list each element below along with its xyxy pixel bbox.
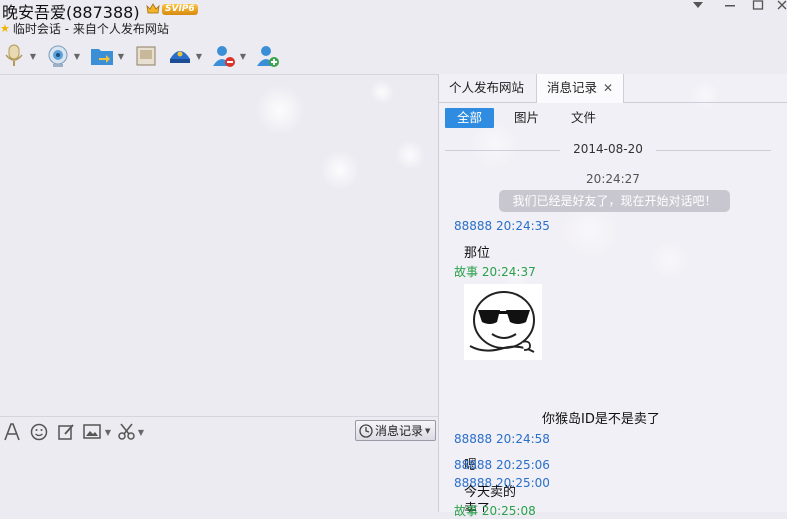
sender-name: 88888 [454, 432, 493, 446]
tab-message-history[interactable]: 消息记录 ✕ [536, 74, 625, 103]
session-info: ★ 临时会话 - 来自个人发布网站 [0, 20, 169, 36]
svip-label: SVIP6 [162, 3, 198, 15]
message-header: 88888 20:24:35 [454, 219, 550, 233]
emoji-icon[interactable] [30, 423, 48, 441]
message-header: 故事 20:25:08 [454, 502, 536, 519]
history-panel: 个人发布网站 消息记录 ✕ 全部 图片 文件 2014-08-20 20:24:2… [439, 74, 787, 512]
message-text: 今天卖的 [464, 485, 517, 500]
message-history-button[interactable]: 消息记录 ▼ [355, 420, 436, 441]
screen-share-icon [132, 42, 160, 70]
message-time: 20:24:37 [481, 265, 536, 279]
sender-name: 故事 [454, 265, 479, 279]
image-icon[interactable]: ▼ [83, 423, 113, 441]
filter-all[interactable]: 全部 [445, 108, 495, 128]
message-time: 20:25:06 [496, 458, 550, 472]
chevron-down-icon[interactable]: ▼ [194, 52, 204, 61]
message-time: 20:25:08 [481, 504, 536, 518]
maximize-icon[interactable] [748, 0, 768, 14]
remove-user-icon [210, 42, 238, 70]
add-user-button[interactable] [254, 41, 282, 71]
file-transfer-icon [88, 42, 116, 70]
chevron-down-icon[interactable]: ▼ [116, 52, 126, 61]
history-filters: 全部 图片 文件 [445, 108, 616, 130]
chat-message-area[interactable] [0, 75, 438, 415]
filter-files[interactable]: 文件 [559, 108, 608, 128]
message-time: 20:24:58 [496, 432, 550, 446]
message-header: 故事 20:24:37 [454, 263, 536, 280]
history-message-list[interactable]: 2014-08-20 20:24:27 我们已经是好友了，现在开始对话吧！ 88… [439, 136, 787, 512]
dropdown-arrow-icon[interactable] [688, 0, 708, 14]
message-history-label: 消息记录 [375, 424, 424, 438]
sender-name: 88888 [454, 219, 493, 233]
video-camera-icon [44, 42, 72, 70]
input-toolbar: ▼ ▼ 消息记录 ▼ [0, 416, 438, 447]
font-icon[interactable] [4, 423, 20, 441]
chevron-down-icon[interactable]: ▼ [72, 52, 82, 61]
date-separator: 2014-08-20 [445, 142, 771, 158]
sunglasses-smiley-sticker[interactable] [464, 284, 542, 360]
tab-label: 个人发布网站 [449, 80, 525, 95]
sender-name: 故事 [454, 504, 479, 518]
minimize-icon[interactable] [720, 0, 740, 14]
tab-label: 消息记录 [547, 80, 598, 95]
clock-icon [359, 423, 373, 438]
chevron-down-icon[interactable]: ▼ [103, 428, 113, 437]
system-message: 我们已经是好友了，现在开始对话吧！ [499, 190, 730, 212]
chevron-down-icon[interactable]: ▼ [238, 52, 248, 61]
message-header: 88888 20:24:58 [454, 432, 550, 446]
system-time: 20:24:27 [586, 172, 640, 186]
close-icon[interactable]: ✕ [603, 81, 613, 95]
chevron-down-icon[interactable]: ▼ [136, 428, 146, 437]
chevron-down-icon[interactable]: ▼ [28, 52, 38, 61]
app-center-icon [166, 42, 194, 70]
video-call-button[interactable]: ▼ [44, 41, 82, 71]
svip-crown-icon [146, 3, 160, 14]
message-header: 88888 20:25:06 [454, 458, 550, 472]
chat-toolbar: ▼ ▼ ▼ ▼ ▼ [0, 40, 288, 72]
edit-icon[interactable] [57, 423, 75, 441]
message-time: 20:24:35 [496, 219, 550, 233]
close-icon[interactable] [772, 0, 787, 14]
sender-name: 88888 [454, 458, 493, 472]
microphone-icon [0, 42, 28, 70]
remove-user-button[interactable]: ▼ [210, 41, 248, 71]
app-center-button[interactable]: ▼ [166, 41, 204, 71]
session-subtitle: 临时会话 - 来自个人发布网站 [12, 21, 169, 36]
voice-call-button[interactable]: ▼ [0, 41, 38, 71]
panel-tabs: 个人发布网站 消息记录 ✕ [439, 74, 787, 103]
file-transfer-button[interactable]: ▼ [88, 41, 126, 71]
message-input[interactable] [0, 447, 438, 512]
message-text: 你猴岛ID是不是卖了 [542, 412, 660, 427]
message-text: 那位 [464, 246, 491, 261]
chevron-down-icon: ▼ [425, 426, 431, 435]
screenshot-scissors-icon[interactable]: ▼ [118, 423, 146, 441]
tab-website[interactable]: 个人发布网站 [439, 74, 534, 102]
star-icon: ★ [0, 21, 10, 35]
screen-share-button[interactable] [132, 41, 160, 71]
add-user-icon [254, 42, 282, 70]
filter-images[interactable]: 图片 [502, 108, 551, 128]
svip-badge[interactable]: SVIP6 [146, 2, 198, 16]
